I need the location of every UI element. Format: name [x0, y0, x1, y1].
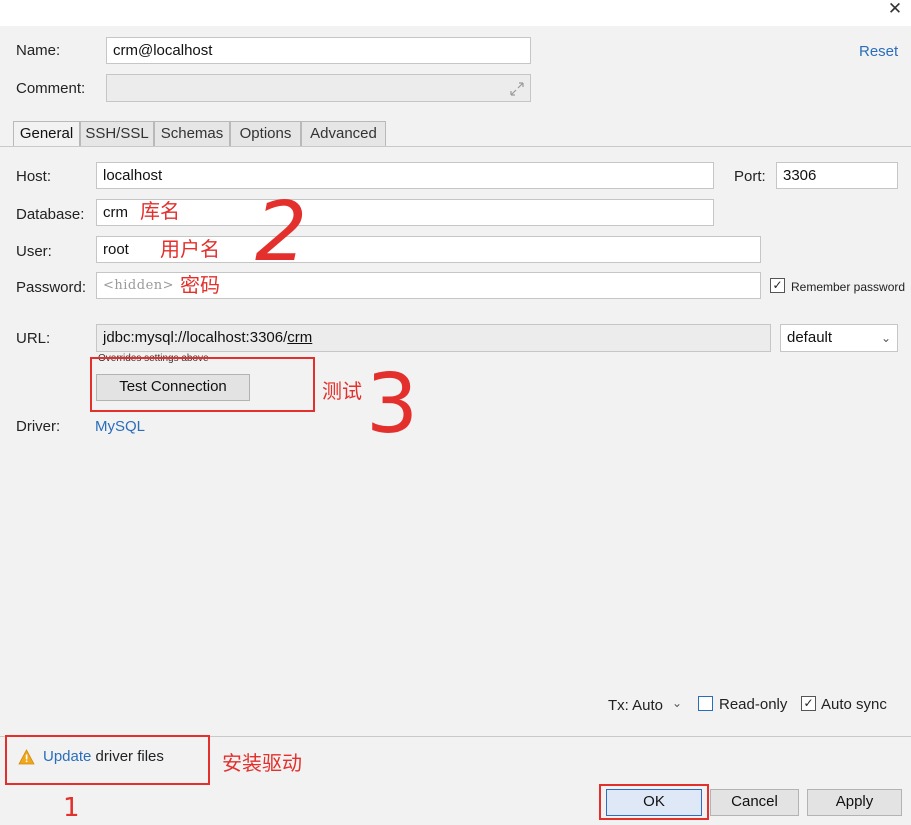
- remember-password-checkbox[interactable]: ✓: [770, 278, 785, 293]
- database-label: Database:: [16, 206, 85, 223]
- database-input[interactable]: crm: [96, 199, 714, 226]
- url-prefix: jdbc:mysql://localhost:3306/: [103, 329, 288, 346]
- auto-sync-label: Auto sync: [821, 696, 887, 713]
- tab-advanced[interactable]: Advanced: [301, 121, 386, 147]
- annotation-step-1: 1: [63, 793, 80, 823]
- password-label: Password:: [16, 279, 87, 296]
- port-label: Port:: [734, 168, 766, 185]
- tab-ssh-ssl[interactable]: SSH/SSL: [80, 121, 154, 147]
- user-label: User:: [16, 243, 52, 260]
- close-icon[interactable]: ✕: [884, 0, 906, 18]
- comment-input[interactable]: [106, 74, 531, 102]
- read-only-checkbox[interactable]: [698, 696, 713, 711]
- comment-label: Comment:: [16, 80, 86, 97]
- url-database: crm: [287, 329, 313, 346]
- annotation-ok-box: [599, 784, 709, 820]
- tab-general[interactable]: General: [13, 121, 80, 148]
- remember-password-label: Remember password: [791, 280, 906, 294]
- name-label: Name:: [16, 42, 61, 59]
- url-label: URL:: [16, 330, 51, 347]
- host-label: Host:: [16, 168, 52, 185]
- annotation-password-note: 密码: [180, 273, 220, 297]
- tab-schemas[interactable]: Schemas: [154, 121, 230, 147]
- name-input[interactable]: crm@localhost: [106, 37, 531, 64]
- url-mode-value: default: [787, 329, 833, 346]
- reset-link[interactable]: Reset: [859, 43, 898, 61]
- annotation-user-note: 用户名: [160, 237, 220, 261]
- url-field[interactable]: jdbc:mysql://localhost:3306/crm: [96, 324, 771, 352]
- general-tab-panel: [0, 146, 911, 736]
- chevron-down-icon: ⌄: [880, 331, 891, 345]
- annotation-test-note: 测试: [322, 379, 362, 403]
- annotation-driver-box: [5, 735, 210, 785]
- apply-button[interactable]: Apply: [807, 789, 902, 816]
- annotation-step-2: 2: [255, 185, 308, 280]
- auto-sync-checkbox[interactable]: ✓: [801, 696, 816, 711]
- tx-chevron-down-icon[interactable]: ⌄: [672, 696, 682, 710]
- driver-label: Driver:: [16, 418, 61, 435]
- tab-options[interactable]: Options: [230, 121, 301, 147]
- read-only-label: Read-only: [719, 696, 788, 713]
- port-input[interactable]: 3306: [776, 162, 898, 189]
- title-bar: [0, 0, 911, 26]
- host-input[interactable]: localhost: [96, 162, 714, 189]
- cancel-button[interactable]: Cancel: [710, 789, 799, 816]
- annotation-test-box: [90, 357, 315, 412]
- annotation-driver-note: 安装驱动: [222, 751, 302, 775]
- annotation-database-note: 库名: [140, 199, 180, 223]
- url-mode-select[interactable]: default ⌄: [780, 324, 898, 352]
- expand-icon[interactable]: [508, 80, 526, 98]
- driver-link[interactable]: MySQL: [95, 418, 145, 436]
- tx-mode-select[interactable]: Tx: Auto: [608, 697, 663, 715]
- annotation-step-3: 3: [366, 357, 419, 452]
